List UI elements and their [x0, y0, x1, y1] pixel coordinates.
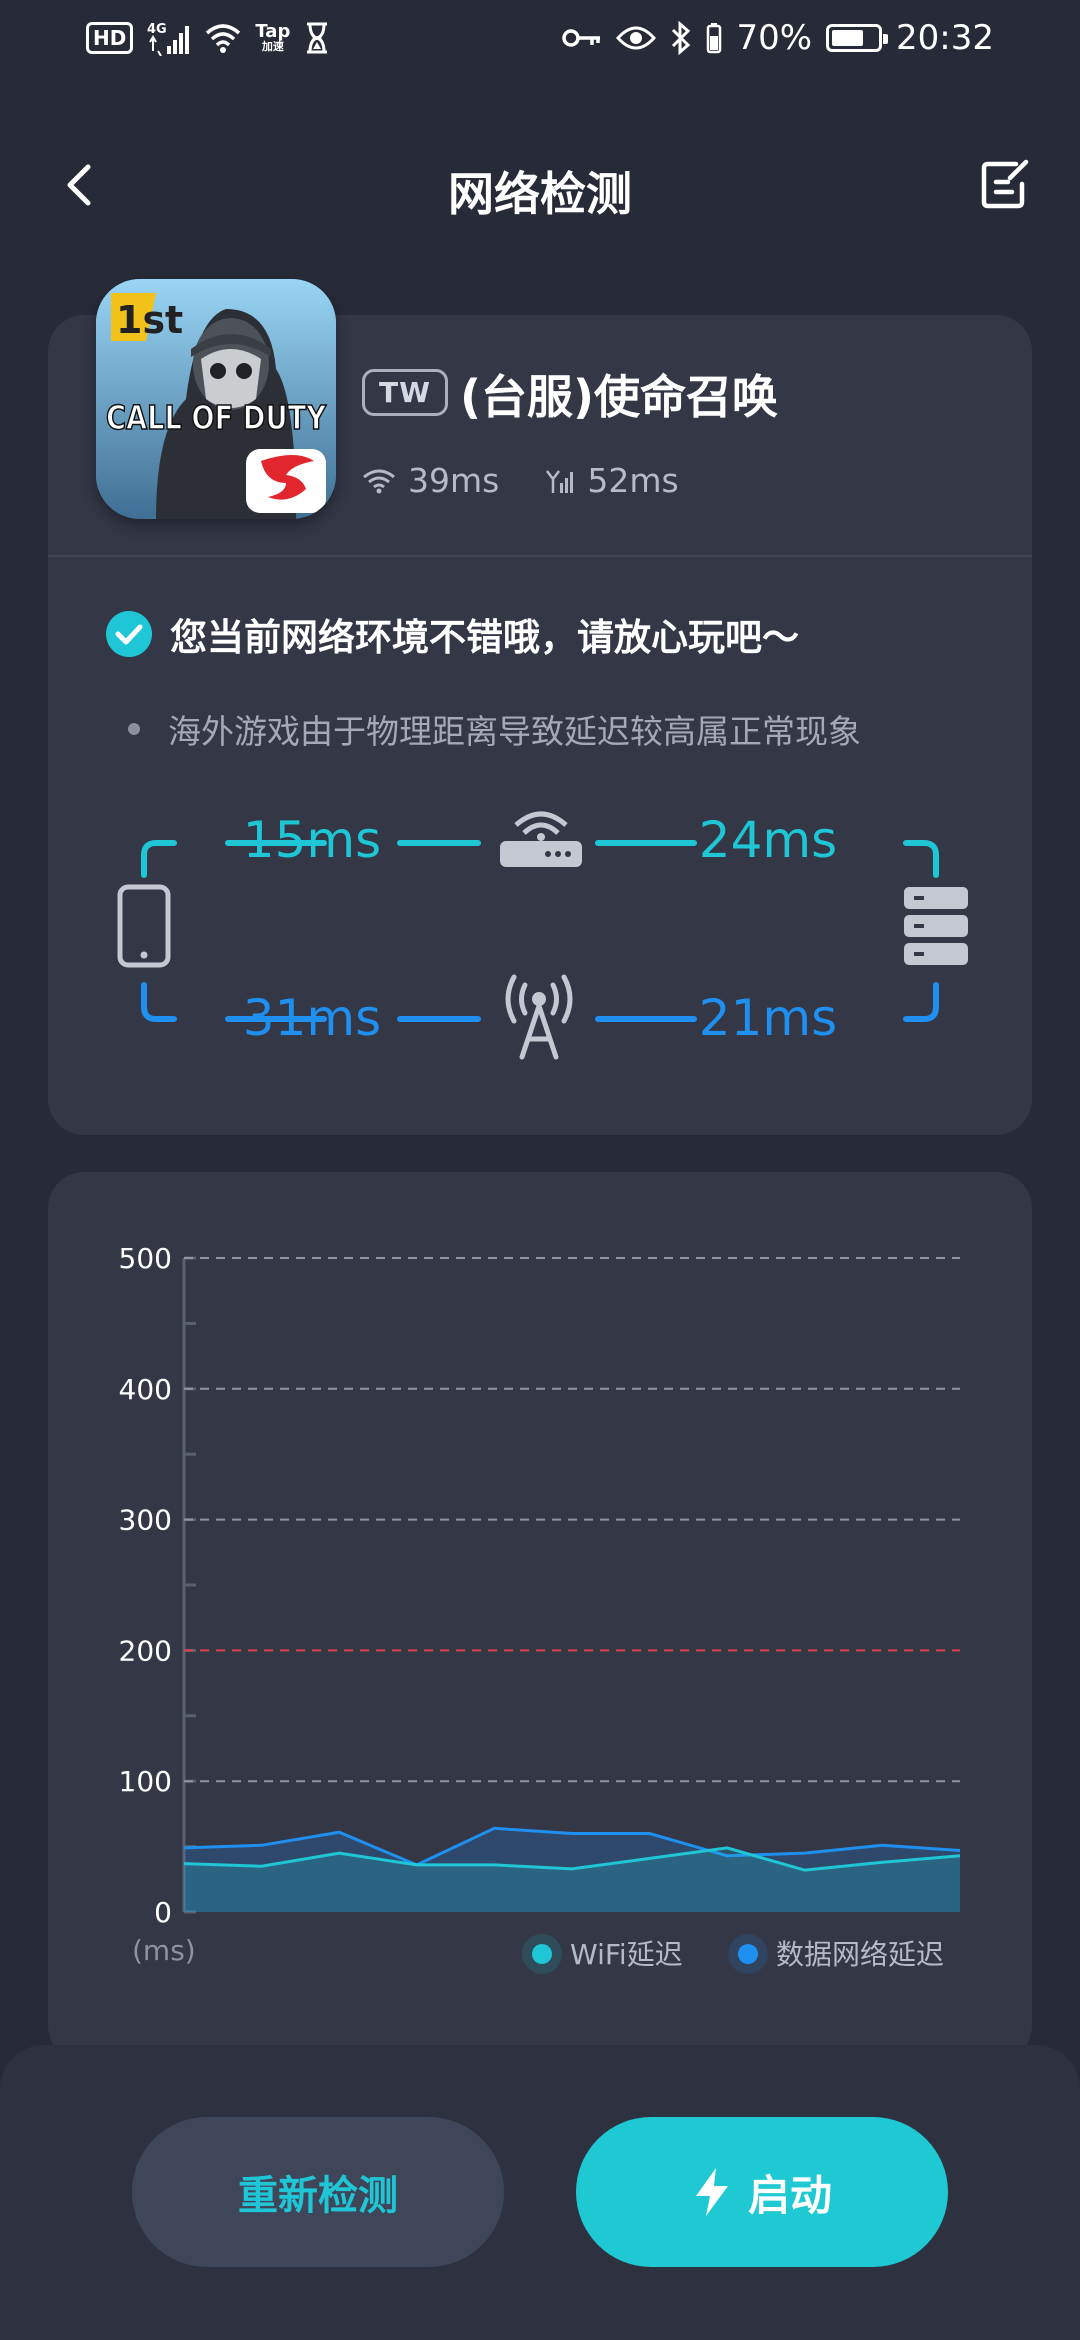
tap-sub-label: 加速: [261, 40, 284, 53]
battery-icon: [826, 24, 889, 52]
legend-label-wifi: WiFi延迟: [570, 1938, 683, 1971]
battery-percent: 70%: [736, 18, 813, 58]
y-tick-label: 100: [119, 1765, 172, 1798]
route-diagram: 15ms 24ms 31ms 21ms: [117, 811, 968, 1060]
game-icon-logo: CALL OF DUTY: [106, 398, 326, 437]
y-tick-label: 0: [154, 1896, 172, 1929]
wifi-ping-value: 39ms: [408, 461, 500, 500]
network-status-text: 您当前网络环境不错哦，请放心玩吧～: [170, 616, 799, 659]
router-icon: [500, 811, 582, 867]
wifi-route-line-end: [903, 840, 939, 878]
latency-chart: 0 100 200 300 400 500 (ms) WiFi延迟 数据网络延迟: [119, 1242, 961, 1974]
wifi-route-line-start: [141, 840, 177, 878]
cell-signal-icon: 4G: [147, 22, 190, 56]
eye-icon: [616, 26, 657, 50]
hd-indicator: HD: [86, 22, 134, 54]
y-tick-label: 500: [119, 1242, 172, 1275]
tower-to-server-latency: 21ms: [699, 989, 837, 1047]
check-circle-icon: [106, 611, 152, 657]
network-type-label: 4G: [147, 22, 167, 37]
y-unit-label: (ms): [132, 1934, 196, 1967]
wifi-icon: [363, 469, 395, 493]
clock: 20:32: [896, 18, 994, 58]
edit-note-icon: [981, 159, 1029, 209]
game-name: (台服)使命召唤: [460, 370, 779, 424]
feedback-button[interactable]: [974, 154, 1036, 216]
hourglass-icon: [307, 22, 328, 54]
ping-summary: 39ms 52ms: [362, 461, 679, 500]
latency-note: 海外游戏由于物理距离导致延迟较高属正常现象: [128, 705, 861, 753]
legend-dot-wifi: [532, 1944, 552, 1964]
page-title: 网络检测: [448, 167, 632, 221]
bottom-action-bar: 重新检测 启动: [0, 2045, 1080, 2340]
launch-button-label: 启动: [747, 2170, 832, 2220]
wifi-to-router-latency: 15ms: [243, 811, 381, 869]
cell-to-tower-latency: 31ms: [243, 989, 381, 1047]
server-icon: [904, 887, 968, 965]
bullet: [128, 723, 140, 735]
y-tick-label: 200: [119, 1634, 172, 1667]
network-status: 您当前网络环境不错哦，请放心玩吧～: [106, 607, 799, 661]
app-header: 网络检测: [0, 140, 1080, 230]
region-badge: TW: [362, 369, 448, 416]
key-icon: [562, 29, 601, 47]
card-divider: [48, 555, 1032, 557]
cell-tower-icon: [505, 974, 573, 1060]
status-bar-left: HD 4G Tap 加速: [86, 20, 330, 56]
y-tick-label: 400: [119, 1373, 172, 1406]
legend-label-cellular: 数据网络延迟: [776, 1938, 944, 1971]
battery-saver-icon: [707, 23, 722, 54]
battery-level-fill: [832, 30, 863, 46]
tap-label: Tap: [255, 21, 291, 42]
wifi-icon: [206, 24, 241, 53]
phone-icon: [117, 884, 171, 968]
network-check-card: 1st CALL OF DUTY TW (台服)使命召唤 39ms 52ms 您…: [48, 279, 1032, 1135]
status-bar-right: 70% 20:32: [562, 18, 994, 58]
status-bar: HD 4G Tap 加速 70% 20:32: [0, 0, 1080, 80]
game-icon-badge: 1st: [116, 298, 183, 342]
retest-button-label: 重新检测: [238, 2173, 398, 2219]
router-to-server-latency: 24ms: [699, 811, 837, 869]
latency-chart-card: 0 100 200 300 400 500 (ms) WiFi延迟 数据网络延迟: [48, 1172, 1032, 2062]
game-icon[interactable]: 1st CALL OF DUTY: [96, 279, 336, 519]
cell-ping-value: 52ms: [587, 461, 679, 500]
launch-button[interactable]: 启动: [576, 2117, 948, 2267]
latency-note-text: 海外游戏由于物理距离导致延迟较高属正常现象: [168, 712, 861, 751]
cell-route-line-end: [903, 982, 939, 1022]
y-tick-label: 300: [119, 1504, 172, 1537]
retest-button[interactable]: 重新检测: [132, 2117, 504, 2267]
cell-route-line-start: [141, 982, 177, 1022]
lightning-icon: [695, 2168, 728, 2216]
legend-dot-cellular: [738, 1944, 758, 1964]
game-artwork: 1st CALL OF DUTY: [96, 279, 336, 519]
tap-accelerator-indicator: Tap 加速: [255, 23, 290, 53]
bluetooth-icon: [672, 21, 691, 55]
cell-signal-icon: [546, 469, 574, 493]
